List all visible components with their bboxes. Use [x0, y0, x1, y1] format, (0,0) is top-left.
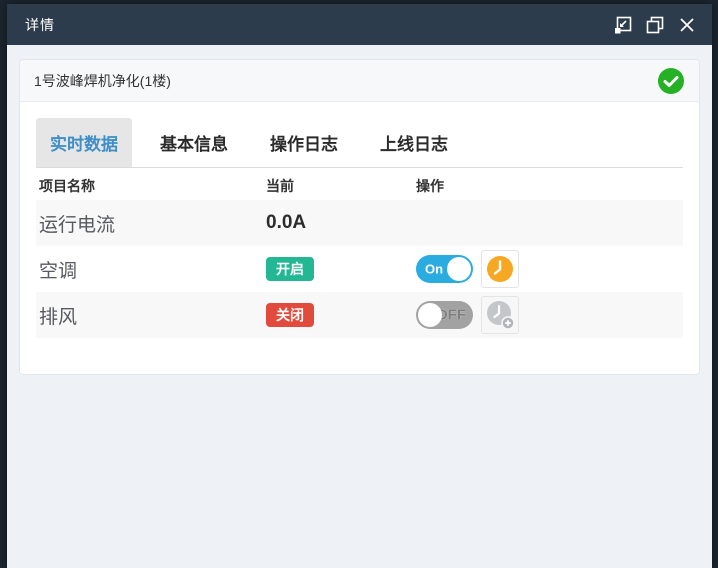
panel-content: 实时数据 基本信息 操作日志 上线日志 项目名称 当前 操作 运行电流 0.0A: [20, 102, 699, 374]
toggle-on-label: On: [425, 262, 443, 277]
online-status-check-icon: [657, 67, 685, 95]
restore-corner-icon[interactable]: [612, 14, 634, 36]
row-label: 空调: [36, 256, 266, 283]
toggle-knob: [447, 257, 471, 281]
clock-add-icon: [485, 300, 515, 330]
table-header-row: 项目名称 当前 操作: [36, 168, 683, 200]
device-header: 1号波峰焊机净化(1楼): [20, 60, 699, 102]
row-label: 运行电流: [36, 210, 266, 237]
device-name: 1号波峰焊机净化(1楼): [34, 71, 171, 91]
header-current: 当前: [266, 176, 416, 196]
clock-icon: [486, 255, 514, 283]
status-badge-off: 关闭: [266, 303, 314, 327]
tab-basic-info[interactable]: 基本信息: [146, 118, 242, 167]
current-value: 0.0A: [266, 212, 306, 233]
device-detail-panel: 1号波峰焊机净化(1楼) 实时数据 基本信息 操作日志 上线日志: [19, 59, 700, 375]
exhaust-timer-button[interactable]: [481, 296, 519, 334]
details-modal: 详情: [7, 4, 712, 568]
window-controls: [612, 14, 698, 36]
tab-bar: 实时数据 基本信息 操作日志 上线日志: [36, 118, 683, 168]
aircon-toggle[interactable]: On: [416, 255, 473, 283]
toggle-knob: [418, 303, 442, 327]
table-row-current: 运行电流 0.0A: [36, 200, 683, 246]
header-operation: 操作: [416, 176, 683, 196]
status-badge-on: 开启: [266, 257, 314, 281]
tab-realtime-data[interactable]: 实时数据: [36, 118, 132, 167]
page-background: 详情: [0, 0, 718, 568]
realtime-data-table: 项目名称 当前 操作 运行电流 0.0A 空调 开启: [36, 168, 683, 338]
aircon-timer-button[interactable]: [481, 250, 519, 288]
tab-online-log[interactable]: 上线日志: [366, 118, 462, 167]
modal-titlebar: 详情: [7, 4, 712, 45]
close-icon[interactable]: [676, 14, 698, 36]
exhaust-toggle[interactable]: OFF: [416, 301, 473, 329]
row-label: 排风: [36, 302, 266, 329]
table-row-exhaust: 排风 关闭 OFF: [36, 292, 683, 338]
maximize-icon[interactable]: [644, 14, 666, 36]
tab-operation-log[interactable]: 操作日志: [256, 118, 352, 167]
modal-title: 详情: [25, 15, 55, 35]
table-row-aircon: 空调 开启 On: [36, 246, 683, 292]
header-item-name: 项目名称: [36, 176, 266, 196]
